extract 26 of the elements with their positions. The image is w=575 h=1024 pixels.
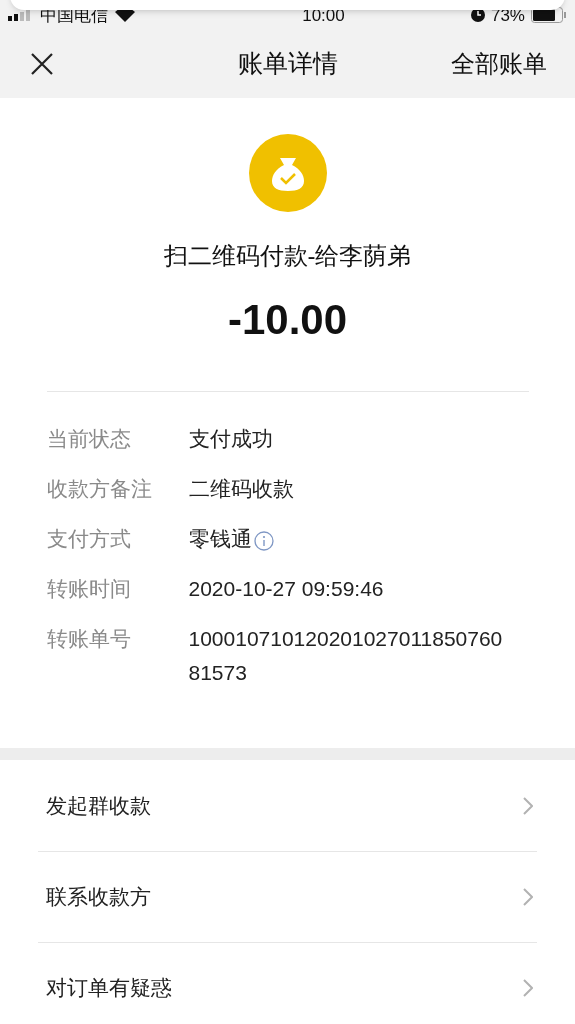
money-bag-icon (248, 134, 327, 212)
all-bills-link[interactable]: 全部账单 (451, 46, 547, 82)
chevron-icon (523, 888, 533, 906)
detail-label: 支付方式 (46, 526, 132, 552)
alarm-icon (470, 8, 485, 23)
detail-value: 零钱通 (188, 526, 252, 552)
detail-value: 2020-10-27 09:59:46 (188, 576, 385, 602)
page-title: 账单详情 (237, 48, 338, 80)
chevron-icon (523, 979, 533, 997)
detail-value: 二维码收款 (188, 476, 295, 502)
detail-label: 转账单号 (46, 626, 132, 652)
detail-label: 当前状态 (46, 426, 132, 452)
close-icon[interactable] (30, 52, 54, 76)
chevron-icon (523, 796, 533, 815)
wifi-icon (114, 8, 136, 23)
detail-value: 支付成功 (188, 426, 274, 452)
payment-title: 扫二维码付款-给李荫弟 (163, 241, 412, 271)
detail-label: 转账时间 (46, 576, 132, 602)
battery-icon (531, 7, 567, 24)
payment-amount: -10.00 (227, 295, 348, 345)
info-icon[interactable] (253, 531, 274, 551)
detail-value: 10001071012020102701185076081573 (188, 626, 504, 686)
action-row[interactable]: 对订单有疑惑 (38, 942, 537, 1024)
action-row[interactable]: 联系收款方 (38, 851, 537, 942)
detail-label: 收款方备注 (46, 476, 153, 502)
action-row[interactable]: 发起群收款 (38, 760, 537, 851)
